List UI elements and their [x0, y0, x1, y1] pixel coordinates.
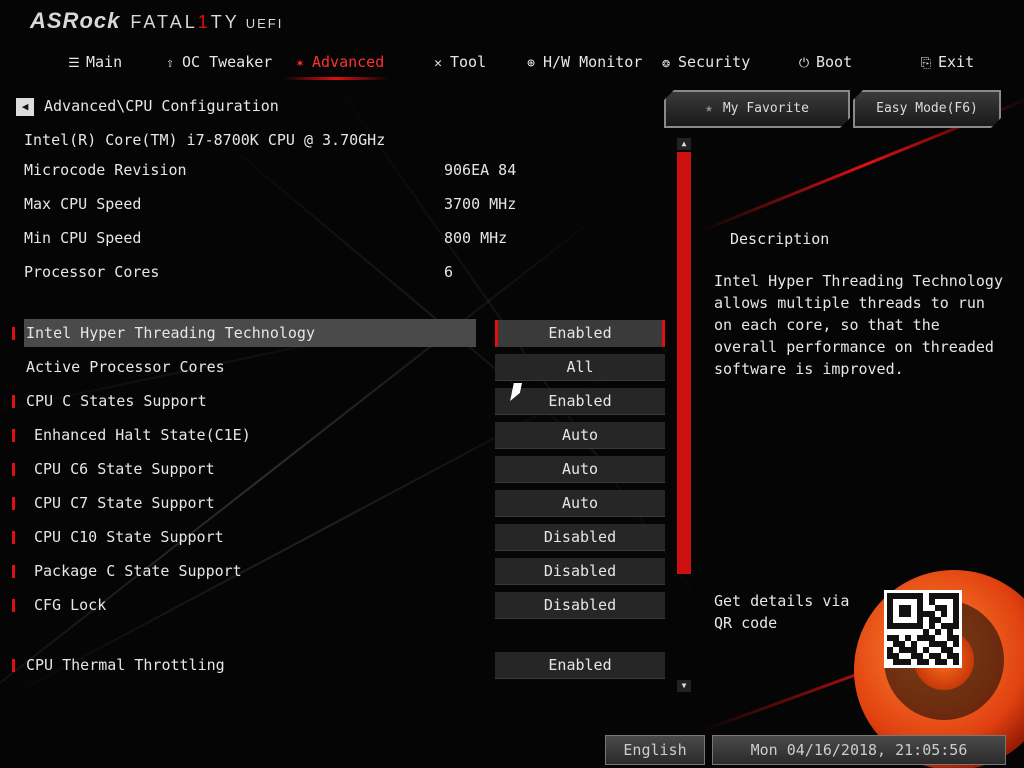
- tab-label: OC Tweaker: [182, 53, 273, 71]
- info-value-min-speed: 800 MHz: [444, 229, 508, 247]
- setting-value-dropdown[interactable]: Enabled: [495, 320, 665, 347]
- info-value-microcode: 906EA 84: [444, 161, 517, 179]
- star-icon: ✶: [296, 56, 304, 71]
- my-favorite-label: My Favorite: [722, 101, 809, 116]
- setting-value-dropdown[interactable]: Enabled: [495, 388, 665, 415]
- setting-value-dropdown[interactable]: Disabled: [495, 558, 665, 585]
- setting-label: CPU C10 State Support: [34, 528, 224, 546]
- tab-label: Advanced: [312, 53, 385, 71]
- asrock-fatality-logo: ASRock FATAL1TY UEFI: [30, 8, 283, 34]
- brand-series-one: 1: [197, 12, 211, 32]
- scrollbar-thumb[interactable]: [677, 152, 691, 574]
- shield-icon: ❂: [662, 56, 670, 71]
- tab-label: Security: [678, 53, 751, 71]
- setting-value-dropdown[interactable]: Auto: [495, 456, 665, 483]
- my-favorite-button[interactable]: ★ My Favorite: [664, 90, 850, 128]
- setting-row-c6[interactable]: CPU C6 State Support Auto: [0, 455, 680, 483]
- tab-label: Exit: [938, 53, 975, 71]
- tab-main[interactable]: ☰ Main: [66, 50, 122, 76]
- setting-marker: [12, 599, 15, 612]
- crosshair-icon: ⊕: [527, 56, 535, 71]
- setting-label: Package C State Support: [34, 562, 242, 580]
- setting-value-dropdown[interactable]: Auto: [495, 422, 665, 449]
- setting-value-dropdown[interactable]: All: [495, 354, 665, 381]
- setting-marker: [12, 531, 15, 544]
- tab-oc-tweaker[interactable]: ⇧ OC Tweaker: [162, 50, 272, 76]
- setting-marker: [12, 395, 15, 408]
- setting-marker: [12, 327, 15, 340]
- setting-row-cfg-lock[interactable]: CFG Lock Disabled: [0, 591, 680, 619]
- tools-icon: ✕: [434, 56, 442, 71]
- setting-row-hyper-threading[interactable]: Intel Hyper Threading Technology Enabled: [0, 319, 680, 347]
- brand-name: ASRock: [30, 8, 121, 33]
- setting-marker: [12, 497, 15, 510]
- brand-series-end: TY: [210, 12, 240, 32]
- info-value-cores: 6: [444, 263, 454, 281]
- cpu-name: Intel(R) Core(TM) i7-8700K CPU @ 3.70GHz: [24, 131, 386, 149]
- tab-label: Boot: [816, 53, 853, 71]
- tab-label: Main: [86, 53, 123, 71]
- main-nav: ☰ Main ⇧ OC Tweaker ✶ Advanced ✕ Tool ⊕ H/W M…: [0, 50, 1024, 80]
- setting-marker: [12, 463, 15, 476]
- brand-series: FATAL: [130, 12, 198, 32]
- setting-row-c-states[interactable]: CPU C States Support Enabled: [0, 387, 680, 415]
- setting-label: CPU C7 State Support: [34, 494, 215, 512]
- easy-mode-label: Easy Mode(F6): [876, 101, 978, 116]
- setting-label: CFG Lock: [34, 596, 107, 614]
- power-icon: ⏻: [798, 56, 810, 71]
- rocket-icon: ⇧: [166, 56, 174, 71]
- tab-advanced[interactable]: ✶ Advanced: [283, 50, 389, 80]
- setting-label: Intel Hyper Threading Technology: [24, 319, 476, 347]
- tab-hw-monitor[interactable]: ⊕ H/W Monitor: [523, 50, 642, 76]
- list-icon: ☰: [68, 56, 80, 71]
- info-label-min-speed: Min CPU Speed: [24, 229, 142, 247]
- qr-caption: Get details via QR code: [714, 592, 850, 632]
- qr-code-icon: [884, 590, 962, 668]
- star-icon: ★: [705, 101, 713, 116]
- info-label-cores: Processor Cores: [24, 263, 160, 281]
- scroll-down-icon[interactable]: ▼: [677, 680, 691, 692]
- description-text: Intel Hyper Threading Technology allows …: [714, 272, 1003, 378]
- exit-icon: ⎘: [920, 56, 932, 71]
- tab-label: H/W Monitor: [543, 53, 643, 71]
- settings-scrollbar[interactable]: ▲ ▼: [677, 138, 691, 692]
- info-label-microcode: Microcode Revision: [24, 161, 187, 179]
- tab-security[interactable]: ❂ Security: [658, 50, 750, 76]
- setting-value-dropdown[interactable]: Auto: [495, 490, 665, 517]
- breadcrumb: ◀ Advanced\CPU Configuration: [16, 96, 279, 116]
- setting-row-package-c-state[interactable]: Package C State Support Disabled: [0, 557, 680, 585]
- tab-tool[interactable]: ✕ Tool: [430, 50, 486, 76]
- language-button[interactable]: English: [605, 735, 705, 765]
- setting-label: CPU C6 State Support: [34, 460, 215, 478]
- setting-label: Active Processor Cores: [26, 358, 225, 376]
- setting-value-dropdown[interactable]: Disabled: [495, 592, 665, 619]
- breadcrumb-text: Advanced\CPU Configuration: [44, 97, 279, 115]
- info-value-max-speed: 3700 MHz: [444, 195, 517, 213]
- brand-suffix: UEFI: [245, 16, 284, 31]
- setting-row-thermal-throttling[interactable]: CPU Thermal Throttling Enabled: [0, 651, 680, 679]
- easy-mode-button[interactable]: Easy Mode(F6): [853, 90, 1001, 128]
- setting-marker: [12, 565, 15, 578]
- setting-label: CPU C States Support: [26, 392, 207, 410]
- setting-value-dropdown[interactable]: Enabled: [495, 652, 665, 679]
- qr-module: [953, 659, 959, 665]
- setting-label: CPU Thermal Throttling: [26, 656, 225, 674]
- setting-value-dropdown[interactable]: Disabled: [495, 524, 665, 551]
- setting-row-c10[interactable]: CPU C10 State Support Disabled: [0, 523, 680, 551]
- tab-exit[interactable]: ⎘ Exit: [918, 50, 974, 76]
- info-label-max-speed: Max CPU Speed: [24, 195, 142, 213]
- scroll-up-icon[interactable]: ▲: [677, 138, 691, 150]
- tab-boot[interactable]: ⏻ Boot: [796, 50, 852, 76]
- setting-marker: [12, 429, 15, 442]
- setting-row-active-cores[interactable]: Active Processor Cores All: [0, 353, 680, 381]
- setting-marker: [12, 659, 15, 672]
- tab-label: Tool: [450, 53, 487, 71]
- datetime-display: Mon 04/16/2018, 21:05:56: [712, 735, 1006, 765]
- setting-label: Enhanced Halt State(C1E): [34, 426, 251, 444]
- setting-row-c7[interactable]: CPU C7 State Support Auto: [0, 489, 680, 517]
- description-title: Description: [730, 230, 830, 248]
- setting-row-c1e[interactable]: Enhanced Halt State(C1E) Auto: [0, 421, 680, 449]
- back-button[interactable]: ◀: [16, 97, 34, 116]
